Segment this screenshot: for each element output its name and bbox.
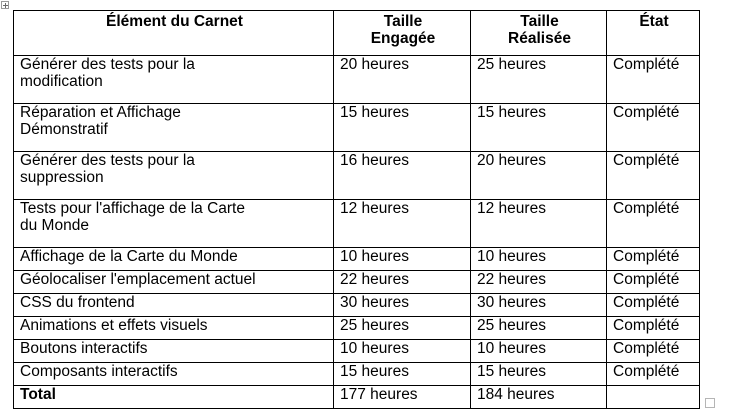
table-row: Affichage de la Carte du Monde 10 heures… bbox=[13, 247, 700, 271]
cell-line: modification bbox=[20, 73, 103, 90]
cell-realisee: 10 heures bbox=[470, 247, 607, 271]
cell-engagee: 25 heures bbox=[333, 316, 471, 340]
header-line: État bbox=[639, 13, 669, 30]
table-row: Composants interactifs 15 heures 15 heur… bbox=[13, 362, 700, 386]
header-etat: État bbox=[606, 10, 700, 56]
cell-engagee: 15 heures bbox=[333, 362, 471, 386]
cell-realisee: 30 heures bbox=[470, 293, 607, 317]
cell-realisee: 15 heures bbox=[470, 362, 607, 386]
cell-line: Générer des tests pour la bbox=[20, 152, 195, 170]
cell-item: Affichage de la Carte du Monde bbox=[13, 247, 334, 271]
header-line: Taille bbox=[383, 13, 423, 30]
total-engagee: 177 heures bbox=[333, 385, 471, 409]
table-row: Réparation et Affichage Démonstratif 15 … bbox=[13, 103, 700, 152]
cell-line: Réparation et Affichage bbox=[20, 104, 181, 122]
cell-item: Composants interactifs bbox=[13, 362, 334, 386]
cell-realisee: 12 heures bbox=[470, 199, 607, 248]
cell-etat: Complété bbox=[606, 316, 700, 340]
table-header-row: Élément du Carnet Taille Engagée Taille … bbox=[13, 10, 700, 56]
table-total-row: Total 177 heures 184 heures bbox=[13, 385, 700, 409]
table-row: Animations et effets visuels 25 heures 2… bbox=[13, 316, 700, 340]
cell-etat: Complété bbox=[606, 151, 700, 200]
cell-engagee: 12 heures bbox=[333, 199, 471, 248]
cell-etat: Complété bbox=[606, 55, 700, 104]
total-etat bbox=[606, 385, 700, 409]
cell-item: Réparation et Affichage Démonstratif bbox=[13, 103, 334, 152]
cell-etat: Complété bbox=[606, 270, 700, 294]
cell-item: Animations et effets visuels bbox=[13, 316, 334, 340]
cell-engagee: 20 heures bbox=[333, 55, 471, 104]
cell-line: du Monde bbox=[20, 217, 89, 234]
total-label: Total bbox=[13, 385, 334, 409]
cell-etat: Complété bbox=[606, 199, 700, 248]
cell-realisee: 10 heures bbox=[470, 339, 607, 363]
table-move-handle-icon[interactable] bbox=[1, 1, 9, 9]
header-line: Engagée bbox=[370, 30, 436, 47]
cell-engagee: 10 heures bbox=[333, 339, 471, 363]
header-element-du-carnet: Élément du Carnet bbox=[13, 10, 334, 56]
total-realisee: 184 heures bbox=[470, 385, 607, 409]
cell-etat: Complété bbox=[606, 247, 700, 271]
table-row: Générer des tests pour la suppression 16… bbox=[13, 151, 700, 200]
cell-engagee: 16 heures bbox=[333, 151, 471, 200]
table-resize-handle-icon[interactable] bbox=[705, 398, 715, 408]
cell-realisee: 15 heures bbox=[470, 103, 607, 152]
cell-engagee: 22 heures bbox=[333, 270, 471, 294]
table-row: Tests pour l'affichage de la Carte du Mo… bbox=[13, 199, 700, 248]
table-row: Boutons interactifs 10 heures 10 heures … bbox=[13, 339, 700, 363]
cell-line: suppression bbox=[20, 169, 104, 186]
cell-etat: Complété bbox=[606, 103, 700, 152]
header-line: Réalisée bbox=[508, 30, 571, 47]
cell-item: Générer des tests pour la suppression bbox=[13, 151, 334, 200]
header-taille-engagee: Taille Engagée bbox=[333, 10, 471, 56]
header-taille-realisee: Taille Réalisée bbox=[470, 10, 607, 56]
cell-etat: Complété bbox=[606, 293, 700, 317]
cell-item: Générer des tests pour la modification bbox=[13, 55, 334, 104]
cell-realisee: 25 heures bbox=[470, 55, 607, 104]
cell-line: Démonstratif bbox=[20, 121, 108, 138]
cell-etat: Complété bbox=[606, 362, 700, 386]
cell-line: Tests pour l'affichage de la Carte bbox=[20, 200, 245, 218]
header-line: Taille bbox=[520, 13, 559, 30]
cell-realisee: 22 heures bbox=[470, 270, 607, 294]
cell-engagee: 30 heures bbox=[333, 293, 471, 317]
table-row: Géolocaliser l'emplacement actuel 22 heu… bbox=[13, 270, 700, 294]
cell-line: Générer des tests pour la bbox=[20, 56, 195, 74]
cell-engagee: 10 heures bbox=[333, 247, 471, 271]
table-row: CSS du frontend 30 heures 30 heures Comp… bbox=[13, 293, 700, 317]
cell-item: Boutons interactifs bbox=[13, 339, 334, 363]
table-row: Générer des tests pour la modification 2… bbox=[13, 55, 700, 104]
cell-item: Tests pour l'affichage de la Carte du Mo… bbox=[13, 199, 334, 248]
backlog-table: Élément du Carnet Taille Engagée Taille … bbox=[13, 10, 700, 409]
cell-item: Géolocaliser l'emplacement actuel bbox=[13, 270, 334, 294]
header-line: Élément du Carnet bbox=[106, 13, 243, 30]
cell-item: CSS du frontend bbox=[13, 293, 334, 317]
cell-etat: Complété bbox=[606, 339, 700, 363]
cell-engagee: 15 heures bbox=[333, 103, 471, 152]
cell-realisee: 20 heures bbox=[470, 151, 607, 200]
cell-realisee: 25 heures bbox=[470, 316, 607, 340]
